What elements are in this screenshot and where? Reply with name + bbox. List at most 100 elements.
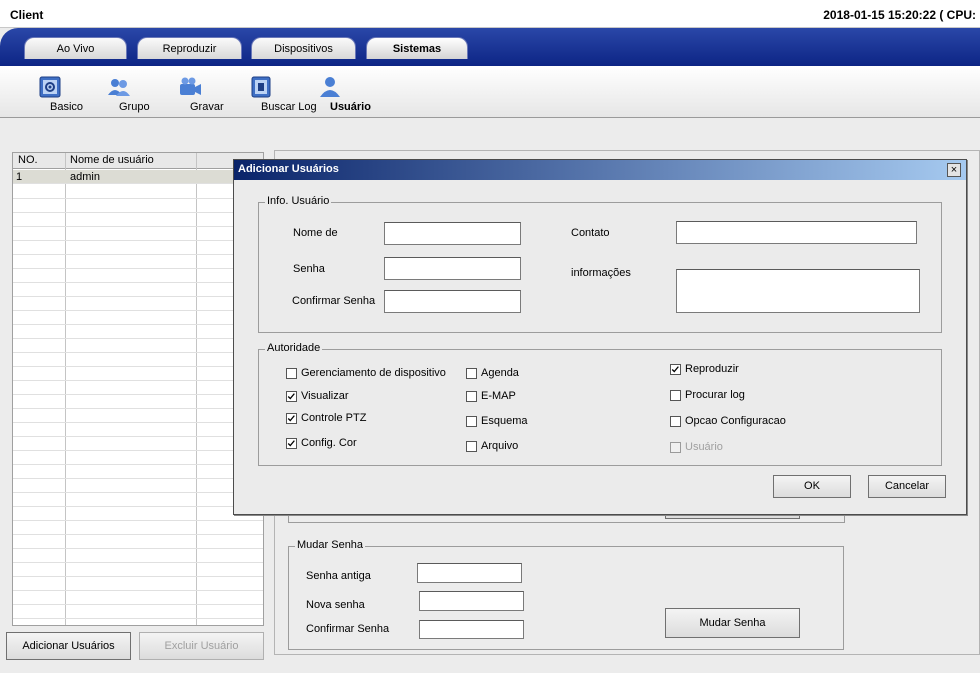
row-number: 1 bbox=[16, 171, 23, 183]
empty-table-row bbox=[13, 465, 263, 479]
empty-table-row bbox=[13, 311, 263, 325]
table-row[interactable]: 1 admin bbox=[13, 170, 263, 184]
tab-ao-vivo[interactable]: Ao Vivo bbox=[24, 37, 127, 59]
tab-dispositivos[interactable]: Dispositivos bbox=[251, 37, 356, 59]
empty-table-row bbox=[13, 423, 263, 437]
permission-checkbox bbox=[670, 442, 681, 453]
empty-table-row bbox=[13, 325, 263, 339]
permission-checkbox[interactable] bbox=[286, 438, 297, 449]
dialog-title: Adicionar Usuários bbox=[238, 163, 339, 175]
confirm-new-password-input[interactable] bbox=[419, 620, 524, 639]
settings-icon bbox=[39, 76, 61, 98]
ok-button[interactable]: OK bbox=[773, 475, 851, 498]
contact-input[interactable] bbox=[676, 221, 917, 244]
empty-table-row bbox=[13, 339, 263, 353]
checkmark-icon bbox=[671, 366, 679, 373]
empty-table-row bbox=[13, 591, 263, 605]
user-list-table[interactable]: NO. Nome de usuário 1 admin bbox=[12, 152, 264, 626]
empty-table-row bbox=[13, 297, 263, 311]
app-title: Client bbox=[10, 8, 44, 22]
permission-checkbox[interactable] bbox=[670, 416, 681, 427]
permission-checkbox[interactable] bbox=[670, 364, 681, 375]
title-bar: Client 2018-01-15 15:20:22 ( CPU: bbox=[0, 0, 980, 28]
empty-table-row bbox=[13, 409, 263, 423]
empty-table-row bbox=[13, 241, 263, 255]
empty-table-row bbox=[13, 353, 263, 367]
empty-table-row bbox=[13, 381, 263, 395]
add-user-button[interactable]: Adicionar Usuários bbox=[6, 632, 131, 660]
toolbar-label: Usuário bbox=[330, 101, 371, 113]
permission-label: Esquema bbox=[481, 415, 528, 427]
permission-checkbox[interactable] bbox=[286, 413, 297, 424]
password-input[interactable] bbox=[384, 257, 521, 280]
old-password-input[interactable] bbox=[417, 563, 522, 583]
empty-table-row bbox=[13, 535, 263, 549]
empty-table-row bbox=[13, 549, 263, 563]
change-password-legend: Mudar Senha bbox=[295, 539, 366, 551]
permission-checkbox[interactable] bbox=[466, 368, 477, 379]
empty-table-row bbox=[13, 479, 263, 493]
delete-user-button[interactable]: Excluir Usuário bbox=[139, 632, 264, 660]
camera-icon bbox=[180, 77, 201, 95]
close-icon[interactable]: × bbox=[947, 163, 961, 177]
clock-readout: 2018-01-15 15:20:22 ( CPU: bbox=[823, 8, 976, 22]
table-header: NO. Nome de usuário bbox=[13, 153, 263, 169]
empty-table-row bbox=[13, 199, 263, 213]
empty-table-row bbox=[13, 437, 263, 451]
permission-label: E-MAP bbox=[481, 390, 516, 402]
toolbar-basico[interactable]: Basico bbox=[30, 75, 83, 113]
permission-checkbox[interactable] bbox=[466, 416, 477, 427]
empty-table-row bbox=[13, 577, 263, 591]
cancel-button[interactable]: Cancelar bbox=[868, 475, 946, 498]
user-icon bbox=[320, 77, 340, 97]
username-input[interactable] bbox=[384, 222, 521, 245]
permission-label: Reproduzir bbox=[685, 363, 739, 375]
user-info-legend: Info. Usuário bbox=[265, 195, 332, 207]
permission-checkbox[interactable] bbox=[286, 391, 297, 402]
checkmark-icon bbox=[287, 393, 295, 400]
toolbar-buscar-log[interactable]: Buscar Log bbox=[232, 75, 317, 113]
permission-label: Config. Cor bbox=[301, 437, 357, 449]
permission-checkbox[interactable] bbox=[466, 391, 477, 402]
checkmark-icon bbox=[287, 415, 295, 422]
log-icon bbox=[251, 76, 271, 98]
change-password-button[interactable]: Mudar Senha bbox=[665, 608, 800, 638]
column-header-username[interactable]: Nome de usuário bbox=[70, 154, 154, 166]
old-password-label: Senha antiga bbox=[306, 570, 371, 582]
empty-table-row bbox=[13, 227, 263, 241]
confirm-new-password-label: Confirmar Senha bbox=[306, 623, 390, 635]
password-label: Senha bbox=[293, 263, 325, 275]
username-label: Nome de bbox=[293, 227, 338, 239]
group-icon bbox=[108, 79, 130, 96]
permission-label: Arquivo bbox=[481, 440, 519, 452]
confirm-password-input[interactable] bbox=[384, 290, 521, 313]
empty-table-row bbox=[13, 563, 263, 577]
authority-legend: Autoridade bbox=[265, 342, 323, 354]
toolbar-grupo[interactable]: Grupo bbox=[99, 75, 150, 113]
tab-reproduzir[interactable]: Reproduzir bbox=[137, 37, 242, 59]
toolbar-usuario[interactable]: Usuário bbox=[308, 75, 371, 113]
info-label: informações bbox=[571, 267, 631, 279]
tab-sistemas[interactable]: Sistemas bbox=[366, 37, 468, 59]
new-password-input[interactable] bbox=[419, 591, 524, 611]
permission-checkbox[interactable] bbox=[286, 368, 297, 379]
permission-checkbox[interactable] bbox=[466, 441, 477, 452]
empty-table-row bbox=[13, 605, 263, 619]
row-username: admin bbox=[70, 171, 100, 183]
dialog-title-bar[interactable]: Adicionar Usuários bbox=[234, 160, 966, 180]
column-header-no[interactable]: NO. bbox=[18, 154, 38, 166]
toolbar-gravar[interactable]: Gravar bbox=[170, 75, 224, 113]
checkmark-icon bbox=[287, 440, 295, 447]
info-textarea[interactable] bbox=[676, 269, 920, 313]
toolbar-label: Basico bbox=[50, 101, 84, 113]
toolbar-label: Buscar Log bbox=[261, 101, 317, 113]
empty-table-row bbox=[13, 395, 263, 409]
empty-table-row bbox=[13, 521, 263, 535]
empty-table-row bbox=[13, 451, 263, 465]
add-user-dialog: Adicionar Usuários × Info. Usuário Nome … bbox=[233, 159, 967, 515]
empty-table-row bbox=[13, 493, 263, 507]
confirm-password-label: Confirmar Senha bbox=[292, 295, 376, 307]
empty-table-row bbox=[13, 367, 263, 381]
permission-checkbox[interactable] bbox=[670, 390, 681, 401]
empty-table-row bbox=[13, 213, 263, 227]
